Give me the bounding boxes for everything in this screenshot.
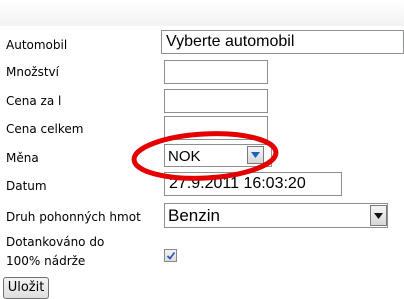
annotation-circle bbox=[131, 131, 279, 181]
